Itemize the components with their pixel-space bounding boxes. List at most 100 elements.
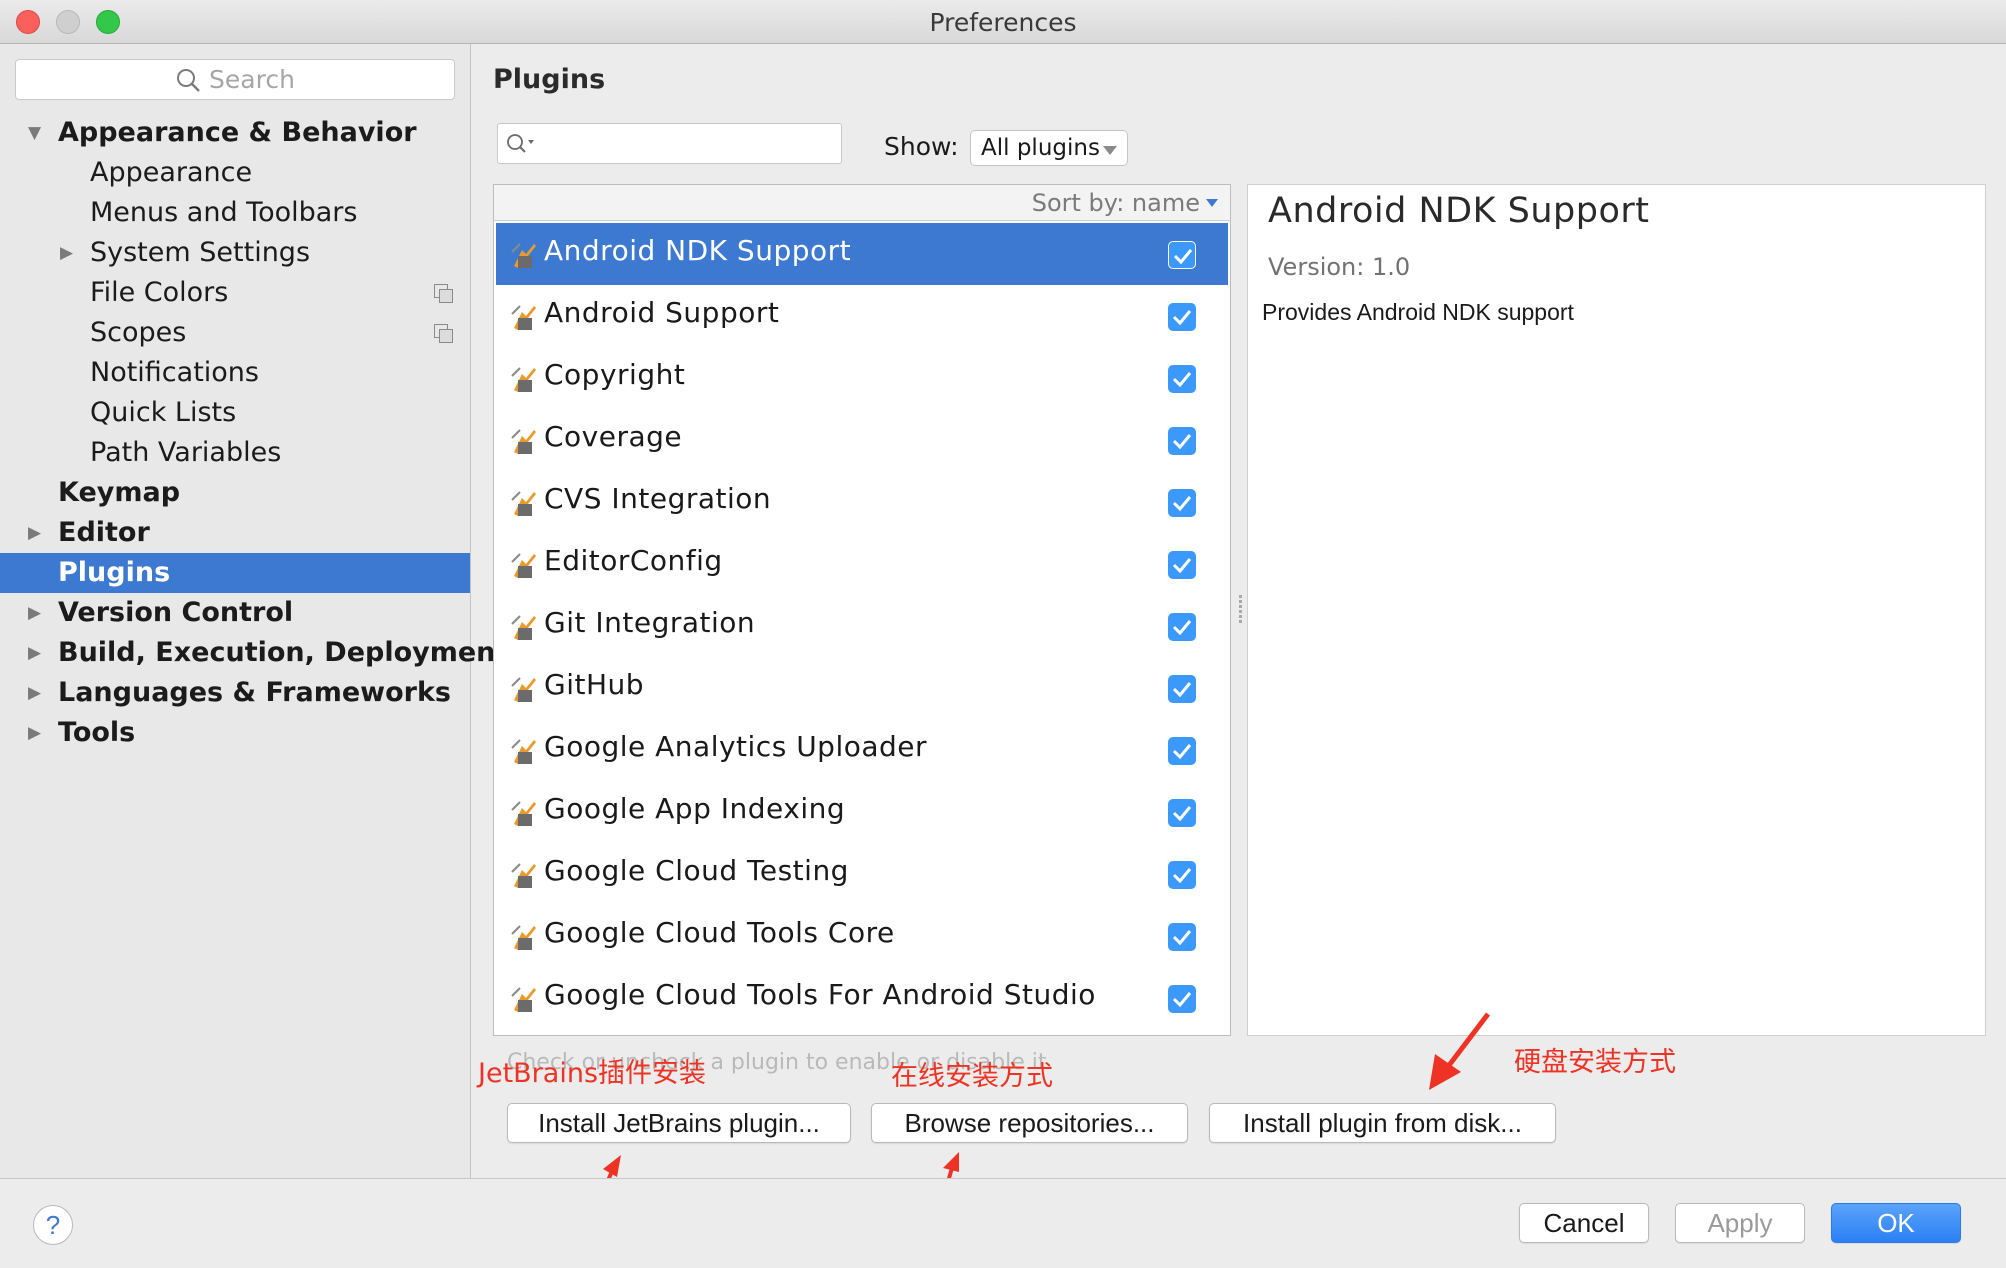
plugin-name: Android NDK Support <box>544 234 852 267</box>
sidebar-item-notifications[interactable]: Notifications <box>0 353 470 393</box>
copy-scheme-icon <box>434 324 453 343</box>
plugin-enabled-checkbox[interactable] <box>1168 427 1196 455</box>
plugin-row[interactable]: Google Cloud Tools Core <box>496 905 1228 967</box>
search-options-icon[interactable] <box>505 132 541 156</box>
show-filter-select[interactable]: All plugins <box>970 130 1128 166</box>
plugin-row[interactable]: EditorConfig <box>496 533 1228 595</box>
plugin-icon <box>510 798 540 828</box>
plugin-enabled-checkbox[interactable] <box>1168 737 1196 765</box>
plugin-icon <box>510 922 540 952</box>
browse-repositories-button[interactable]: Browse repositories... <box>871 1103 1188 1143</box>
sidebar-item-label: Tools <box>58 717 136 748</box>
sidebar-item-label: Menus and Toolbars <box>90 197 358 228</box>
plugin-name: Google Analytics Uploader <box>544 730 928 763</box>
annotation-jetbrains: JetBrains插件安装 <box>478 1058 707 1089</box>
plugin-list-header: Sort by: name <box>494 185 1230 221</box>
plugin-detail-panel: Android NDK Support Version: 1.0 Provide… <box>1247 184 1986 1036</box>
plugin-icon <box>510 364 540 394</box>
chevron-down-icon <box>1206 199 1218 207</box>
sidebar-item-appearance[interactable]: Appearance <box>0 153 470 193</box>
sidebar-item-build-execution-deployment[interactable]: ▶ Build, Execution, Deployment <box>0 633 508 673</box>
sidebar-item-tools[interactable]: ▶ Tools <box>0 713 470 753</box>
install-plugin-from-disk-button[interactable]: Install plugin from disk... <box>1209 1103 1556 1143</box>
sidebar-item-plugins[interactable]: Plugins <box>0 553 470 593</box>
chevron-right-icon[interactable]: ▶ <box>28 593 41 633</box>
sidebar-item-keymap[interactable]: Keymap <box>0 473 470 513</box>
plugin-name: CVS Integration <box>544 482 772 515</box>
ok-button[interactable]: OK <box>1831 1203 1961 1243</box>
plugin-row[interactable]: Android Support <box>496 285 1228 347</box>
plugin-enabled-checkbox[interactable] <box>1168 489 1196 517</box>
plugin-enabled-checkbox[interactable] <box>1168 923 1196 951</box>
sidebar-item-label: Appearance & Behavior <box>58 117 417 148</box>
plugin-row[interactable]: Android NDK Support <box>496 223 1228 285</box>
sidebar-item-version-control[interactable]: ▶ Version Control <box>0 593 470 633</box>
plugin-icon <box>510 674 540 704</box>
install-jetbrains-plugin-button[interactable]: Install JetBrains plugin... <box>507 1103 851 1143</box>
plugin-enabled-checkbox[interactable] <box>1168 861 1196 889</box>
plugin-enabled-checkbox[interactable] <box>1168 303 1196 331</box>
sidebar-item-path-variables[interactable]: Path Variables <box>0 433 470 473</box>
sidebar-item-quick-lists[interactable]: Quick Lists <box>0 393 470 433</box>
plugin-name: Google Cloud Testing <box>544 854 849 887</box>
sidebar-item-label: Version Control <box>58 597 294 628</box>
plugin-enabled-checkbox[interactable] <box>1168 551 1196 579</box>
plugin-detail-name: Android NDK Support <box>1268 191 1650 231</box>
plugin-enabled-checkbox[interactable] <box>1168 241 1196 269</box>
plugin-search-input[interactable] <box>497 123 842 164</box>
plugin-enabled-checkbox[interactable] <box>1168 613 1196 641</box>
sidebar-item-label: Scopes <box>90 317 187 348</box>
chevron-right-icon[interactable]: ▶ <box>60 233 73 273</box>
plugin-row[interactable]: Coverage <box>496 409 1228 471</box>
plugin-name: GitHub <box>544 668 645 701</box>
sidebar-item-system-settings[interactable]: ▶ System Settings <box>0 233 470 273</box>
plugin-row[interactable]: Google Cloud Testing <box>496 843 1228 905</box>
chevron-down-icon[interactable]: ▼ <box>28 113 41 153</box>
plugin-enabled-checkbox[interactable] <box>1168 365 1196 393</box>
sidebar-item-label: File Colors <box>90 277 229 308</box>
chevron-right-icon[interactable]: ▶ <box>28 713 41 753</box>
settings-sidebar: Search ▼ Appearance & Behavior Appearance M… <box>0 44 508 1178</box>
plugin-rows: Android NDK Support Android Support Copyri… <box>496 223 1228 1029</box>
apply-button[interactable]: Apply <box>1675 1203 1805 1243</box>
plugin-enabled-checkbox[interactable] <box>1168 799 1196 827</box>
plugin-row[interactable]: Copyright <box>496 347 1228 409</box>
plugin-icon <box>510 736 540 766</box>
help-button[interactable]: ? <box>33 1205 73 1245</box>
plugins-page: Plugins Show: All plugins Sort by: name … <box>472 44 2006 1178</box>
plugin-name: Coverage <box>544 420 683 453</box>
plugin-enabled-checkbox[interactable] <box>1168 985 1196 1013</box>
chevron-right-icon[interactable]: ▶ <box>28 633 41 673</box>
sidebar-item-menus-toolbars[interactable]: Menus and Toolbars <box>0 193 470 233</box>
plugin-row[interactable]: Google Analytics Uploader <box>496 719 1228 781</box>
plugin-icon <box>510 550 540 580</box>
plugin-row[interactable]: GitHub <box>496 657 1228 719</box>
plugin-row[interactable]: Google Cloud Tools For Android Studio <box>496 967 1228 1029</box>
sidebar-item-appearance-behavior[interactable]: ▼ Appearance & Behavior <box>0 113 470 153</box>
plugin-enabled-checkbox[interactable] <box>1168 675 1196 703</box>
chevron-right-icon[interactable]: ▶ <box>28 513 41 553</box>
plugin-row[interactable]: CVS Integration <box>496 471 1228 533</box>
sidebar-item-languages-frameworks[interactable]: ▶ Languages & Frameworks <box>0 673 470 713</box>
sidebar-item-scopes[interactable]: Scopes <box>0 313 470 353</box>
plugin-name: Google App Indexing <box>544 792 846 825</box>
plugin-row[interactable]: Google App Indexing <box>496 781 1228 843</box>
chevron-right-icon[interactable]: ▶ <box>28 673 41 713</box>
dialog-footer: ? Cancel Apply OK <box>0 1178 2006 1268</box>
sidebar-item-editor[interactable]: ▶ Editor <box>0 513 470 553</box>
sidebar-item-label: Notifications <box>90 357 259 388</box>
sidebar-item-file-colors[interactable]: File Colors <box>0 273 470 313</box>
sidebar-item-label: System Settings <box>90 237 311 268</box>
plugin-row[interactable]: Git Integration <box>496 595 1228 657</box>
splitter-handle[interactable] <box>1236 593 1244 629</box>
cancel-button[interactable]: Cancel <box>1519 1203 1649 1243</box>
sort-by-label: Sort by: name <box>1031 189 1200 217</box>
chevron-down-icon <box>1103 146 1117 155</box>
plugin-name: Google Cloud Tools For Android Studio <box>544 978 1096 1011</box>
plugin-icon <box>510 984 540 1014</box>
sort-by-button[interactable]: Sort by: name <box>1032 189 1218 217</box>
sidebar-item-label: Quick Lists <box>90 397 237 428</box>
sidebar-item-label: Appearance <box>90 157 253 188</box>
settings-search-input[interactable]: Search <box>15 59 455 100</box>
sidebar-item-label: Editor <box>58 517 150 548</box>
